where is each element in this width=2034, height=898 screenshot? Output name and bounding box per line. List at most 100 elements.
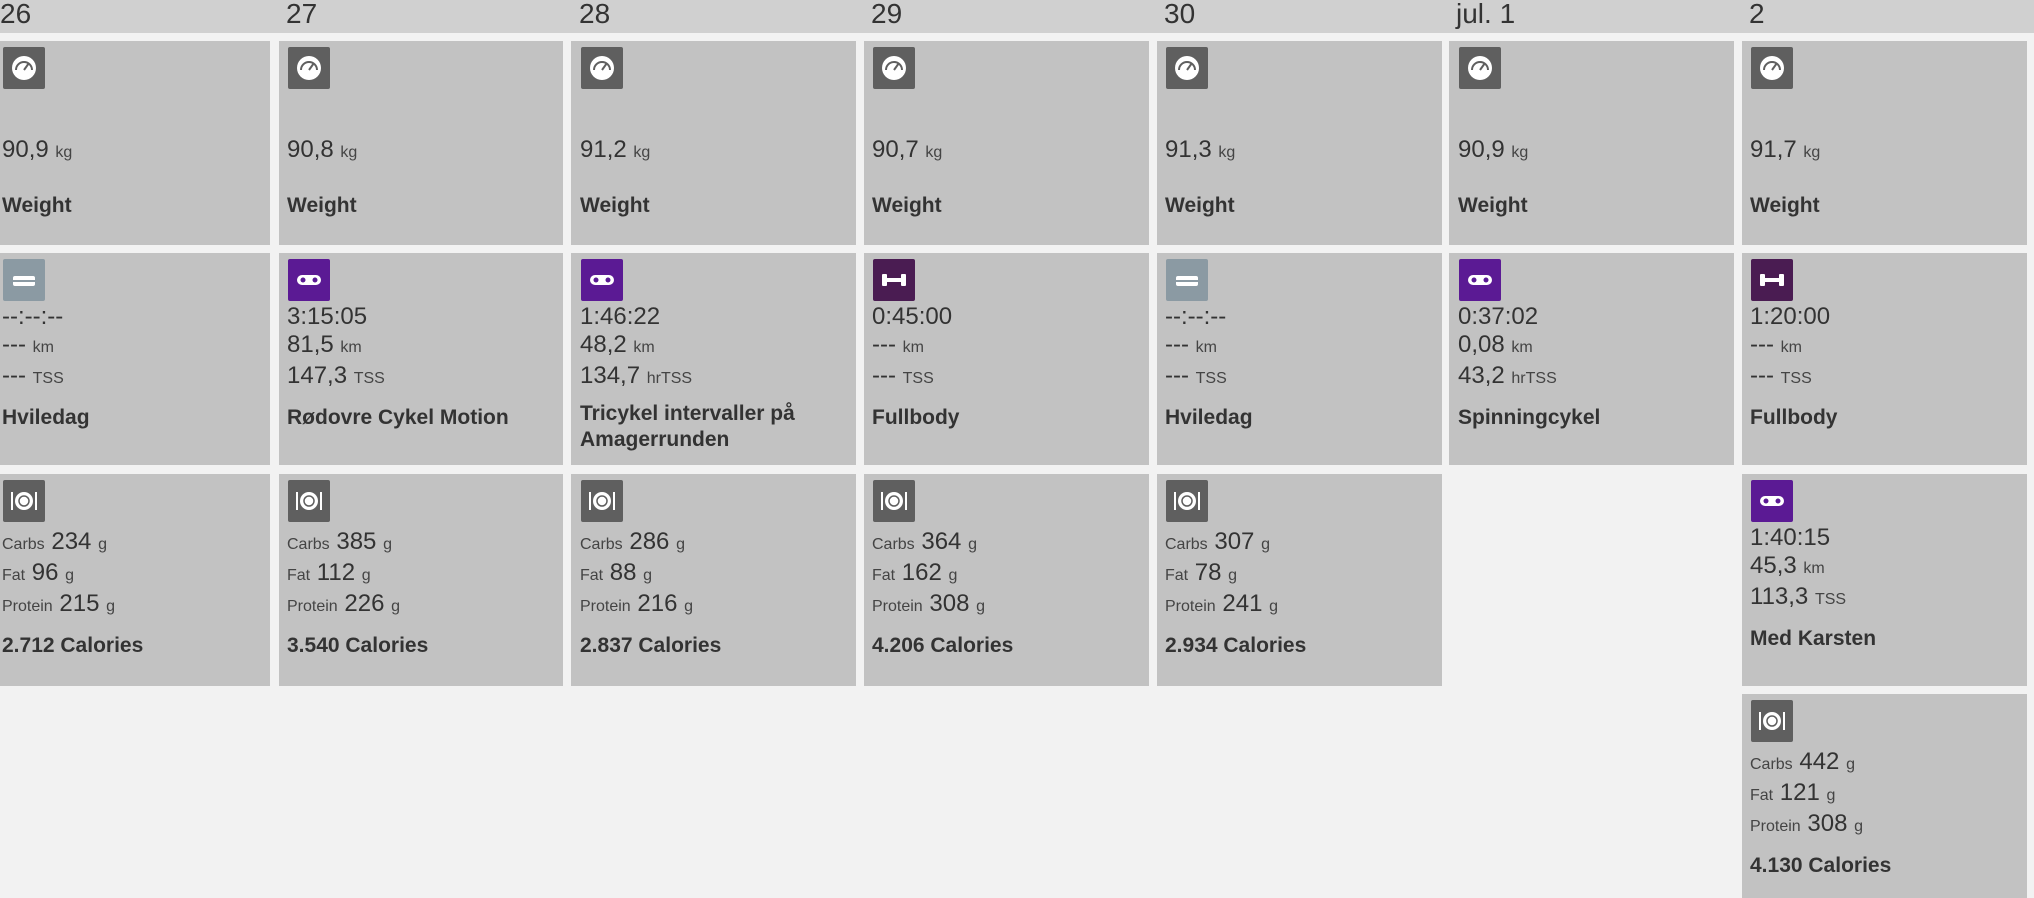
carbs-line: Carbs 234 g — [2, 528, 270, 559]
fat-value: 96 — [31, 559, 59, 586]
weight-unit: kg — [55, 144, 73, 161]
weight-title: Weight — [580, 194, 650, 217]
calories-title: 4.130 Calories — [1750, 854, 1892, 877]
day-label: jul. 1 — [1456, 0, 1516, 29]
nutrition-card[interactable]: Carbs 234 g Fat 96 g Protein 215 g 2.712… — [0, 474, 270, 686]
fat-value: 78 — [1194, 559, 1222, 586]
weight-card[interactable]: 90,9 kg Weight — [1449, 41, 1734, 245]
carbs-label: Carbs — [2, 536, 45, 553]
fat-line: Fat 88 g — [580, 559, 856, 590]
weight-value-line: 90,9 kg — [1458, 136, 1734, 167]
workout-title: Tricykel intervaller på Amagerrunden — [580, 402, 795, 451]
workout-card[interactable]: 1:46:22 48,2 km 134,7 hrTSS Tricykel int… — [571, 253, 856, 465]
weight-card[interactable]: 90,8 kg Weight — [279, 41, 563, 245]
protein-label: Protein — [580, 598, 631, 615]
plate-icon — [288, 480, 330, 522]
scale-icon — [873, 47, 915, 89]
protein-value: 215 — [59, 590, 100, 617]
workout-distance: --- — [2, 331, 26, 358]
protein-label: Protein — [287, 598, 338, 615]
carbs-value: 364 — [921, 528, 962, 555]
bike-icon — [1751, 480, 1793, 522]
distance-unit: km — [1803, 560, 1825, 577]
carbs-value: 286 — [629, 528, 670, 555]
carbs-line: Carbs 364 g — [872, 528, 1149, 559]
protein-line: Protein 216 g — [580, 590, 856, 621]
calories-title: 4.206 Calories — [872, 634, 1014, 657]
scale-icon — [581, 47, 623, 89]
workout-title: Spinningcykel — [1458, 406, 1601, 429]
carbs-line: Carbs 307 g — [1165, 528, 1442, 559]
protein-label: Protein — [2, 598, 53, 615]
weight-card[interactable]: 91,3 kg Weight — [1157, 41, 1442, 245]
workout-distance-line: --- km — [872, 331, 1149, 362]
load-unit: TSS — [1814, 591, 1847, 608]
fat-line: Fat 121 g — [1750, 779, 2027, 810]
protein-line: Protein 308 g — [1750, 810, 2027, 841]
workout-title: Fullbody — [872, 406, 960, 429]
workout-card[interactable]: 1:20:00 --- km --- TSS Fullbody — [1742, 253, 2027, 465]
workout-distance-line: 0,08 km — [1458, 331, 1734, 362]
fat-unit: g — [65, 567, 75, 584]
fat-value: 162 — [901, 559, 942, 586]
protein-line: Protein 215 g — [2, 590, 270, 621]
weight-card[interactable]: 90,9 kg Weight — [0, 41, 270, 245]
workout-load: --- — [872, 362, 896, 389]
plate-icon — [1166, 480, 1208, 522]
load-unit: TSS — [1195, 370, 1227, 387]
protein-unit: g — [391, 598, 400, 615]
protein-label: Protein — [872, 598, 923, 615]
workout-card[interactable]: 1:40:15 45,3 km 113,3 TSS Med Karsten — [1742, 474, 2027, 686]
workout-distance: --- — [872, 331, 896, 358]
weight-card[interactable]: 90,7 kg Weight — [864, 41, 1149, 245]
protein-unit: g — [1854, 818, 1863, 835]
workout-load-line: 147,3 TSS — [287, 362, 563, 393]
protein-line: Protein 241 g — [1165, 590, 1442, 621]
carbs-line: Carbs 442 g — [1750, 748, 2027, 779]
bike-icon — [581, 259, 623, 301]
nutrition-card[interactable]: Carbs 364 g Fat 162 g Protein 308 g 4.20… — [864, 474, 1149, 686]
workout-card[interactable]: 3:15:05 81,5 km 147,3 TSS Rødovre Cykel … — [279, 253, 563, 465]
bike-icon — [288, 259, 330, 301]
calories-title: 2.712 Calories — [2, 634, 144, 657]
protein-label: Protein — [1165, 598, 1216, 615]
workout-distance-line: --- km — [1165, 331, 1442, 362]
nutrition-card[interactable]: Carbs 286 g Fat 88 g Protein 216 g 2.837… — [571, 474, 856, 686]
workout-load: 134,7 — [580, 362, 641, 389]
carbs-unit: g — [1261, 536, 1270, 553]
day-label: 2 — [1749, 0, 1765, 29]
fat-label: Fat — [1750, 787, 1774, 804]
carbs-label: Carbs — [1750, 756, 1793, 773]
weight-title: Weight — [1458, 194, 1528, 217]
fat-unit: g — [643, 567, 653, 584]
workout-load-line: 113,3 TSS — [1750, 583, 2027, 614]
day-label: 30 — [1164, 0, 1196, 29]
nutrition-card[interactable]: Carbs 385 g Fat 112 g Protein 226 g 3.54… — [279, 474, 563, 686]
workout-card[interactable]: --:--:-- --- km --- TSS Hviledag — [1157, 253, 1442, 465]
workout-distance-line: 48,2 km — [580, 331, 856, 362]
carbs-label: Carbs — [872, 536, 915, 553]
weight-card[interactable]: 91,7 kg Weight — [1742, 41, 2027, 245]
day-label: 29 — [871, 0, 903, 29]
workout-duration: 0:45:00 — [872, 303, 953, 330]
workout-title: Hviledag — [2, 406, 90, 429]
weight-unit: kg — [925, 144, 943, 161]
scale-icon — [288, 47, 330, 89]
workout-duration: 1:40:15 — [1750, 524, 1831, 551]
scale-icon — [3, 47, 45, 89]
nutrition-card[interactable]: Carbs 307 g Fat 78 g Protein 241 g 2.934… — [1157, 474, 1442, 686]
load-unit: TSS — [1780, 370, 1812, 387]
workout-card[interactable]: 0:37:02 0,08 km 43,2 hrTSS Spinningcykel — [1449, 253, 1734, 465]
fat-line: Fat 96 g — [2, 559, 270, 590]
workout-card[interactable]: --:--:-- --- km --- TSS Hviledag — [0, 253, 270, 465]
fat-line: Fat 112 g — [287, 559, 563, 590]
fat-unit: g — [1228, 567, 1238, 584]
workout-distance: 0,08 — [1458, 331, 1505, 358]
workout-title: Hviledag — [1165, 406, 1253, 429]
nutrition-card[interactable]: Carbs 442 g Fat 121 g Protein 308 g 4.13… — [1742, 694, 2027, 898]
sofa-icon — [1166, 259, 1208, 301]
workout-distance-line: 81,5 km — [287, 331, 563, 362]
workout-card[interactable]: 0:45:00 --- km --- TSS Fullbody — [864, 253, 1149, 465]
weight-card[interactable]: 91,2 kg Weight — [571, 41, 856, 245]
weight-unit: kg — [340, 144, 358, 161]
